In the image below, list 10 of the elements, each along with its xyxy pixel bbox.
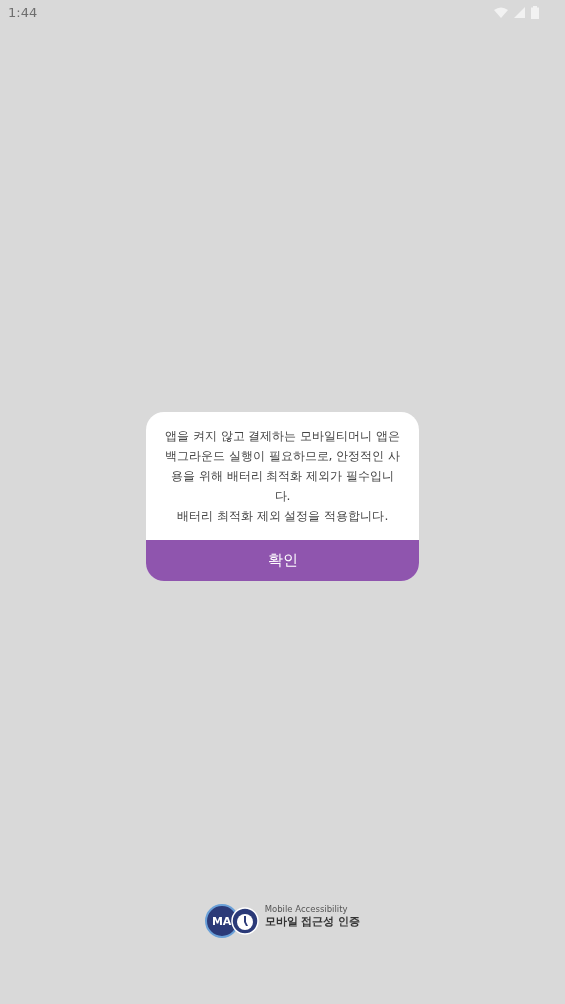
dialog-message: 배터리 최적화 제외 설정을 적용합니다. bbox=[175, 506, 390, 525]
accessibility-logo: MA bbox=[204, 904, 259, 938]
wifi-icon bbox=[494, 6, 508, 18]
status-time: 1:44 bbox=[8, 4, 38, 20]
signal-icon bbox=[514, 6, 525, 18]
badge-subtitle: 모바일 접근성 인증 bbox=[264, 914, 361, 929]
badge-title: Mobile Accessibility bbox=[264, 904, 349, 914]
battery-icon bbox=[531, 5, 539, 19]
dialog-message: 앱을 켜지 않고 결제하는 모바일티머니 앱은 백그라운드 실행이 필요하므로, 안정적인 사용을 위해 배터리 최적화 제외가 필수입니다. bbox=[164, 426, 401, 505]
confirm-button[interactable]: 확인 bbox=[146, 539, 419, 581]
